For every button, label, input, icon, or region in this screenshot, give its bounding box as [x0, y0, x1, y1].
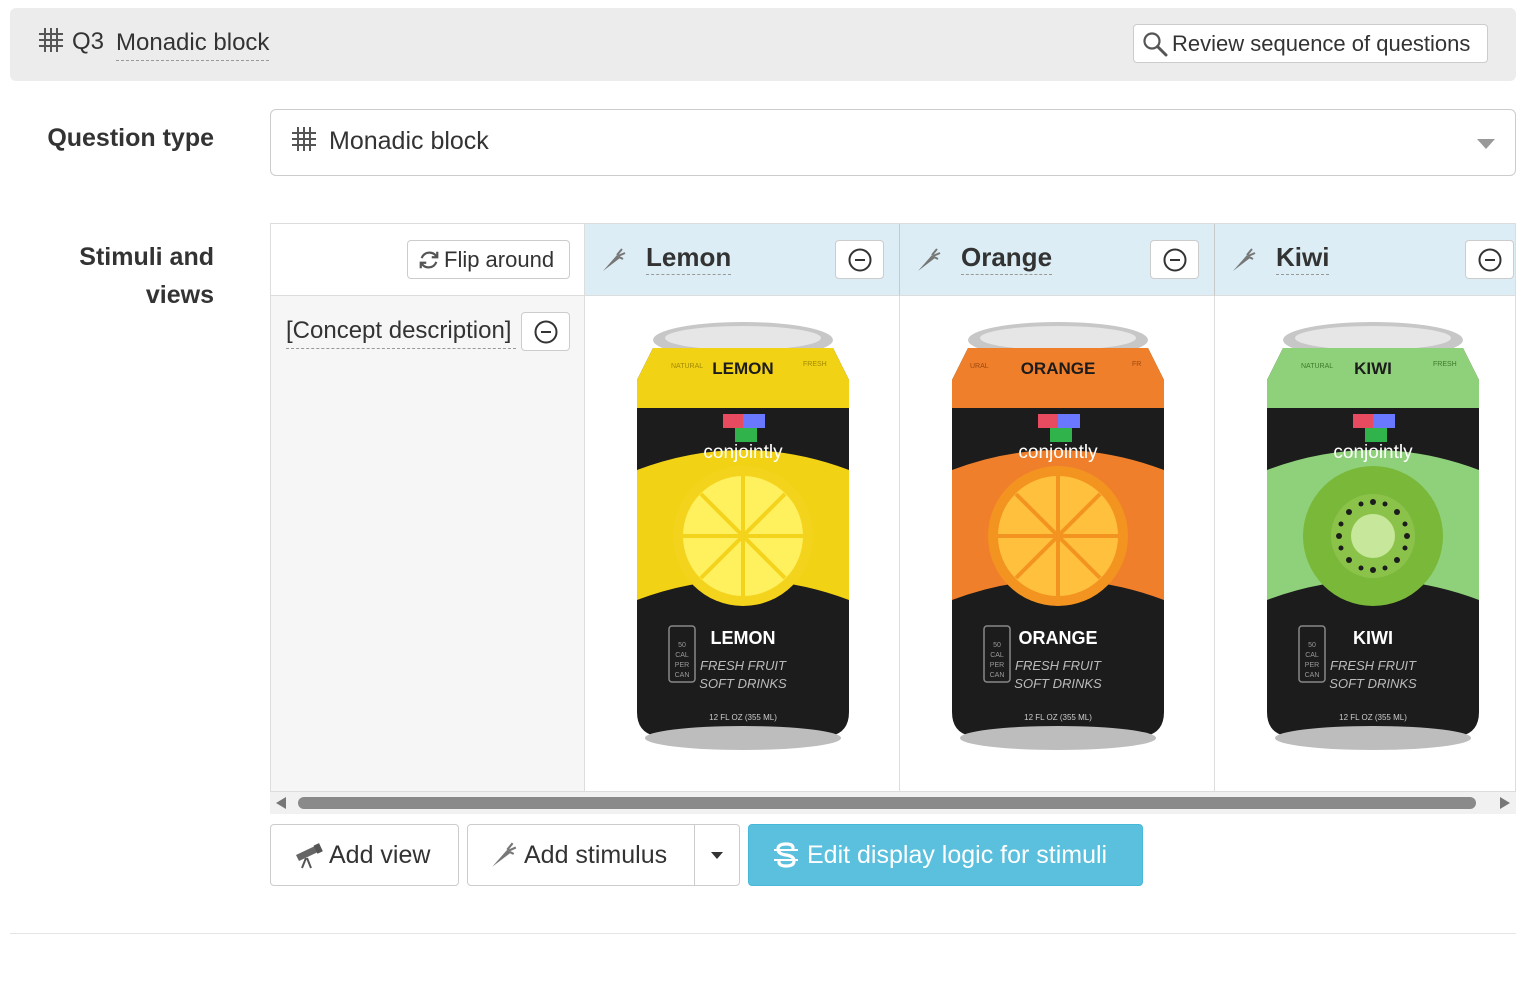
question-type-value: Monadic block — [329, 127, 489, 155]
review-sequence-button[interactable]: Review sequence of questions — [1133, 24, 1488, 63]
stimuli-label-line1: Stimuli and — [79, 243, 214, 271]
search-icon — [1143, 31, 1168, 56]
stimulus-name[interactable]: Lemon — [646, 242, 732, 275]
question-number: Q3 — [72, 28, 105, 55]
review-sequence-label: Review sequence of questions — [1172, 30, 1471, 56]
can-big-name-text: LEMON — [711, 628, 776, 648]
flip-around-button[interactable]: Flip around — [407, 240, 570, 279]
telescope-icon — [296, 843, 323, 869]
remove-stimulus-button[interactable] — [835, 240, 884, 279]
stimulus-header-kiwi: Kiwi — [1215, 224, 1515, 296]
can-cal-4: CAN — [675, 672, 690, 679]
can-side-right-text: FR — [1132, 361, 1141, 368]
display-logic-icon — [774, 842, 798, 868]
grid-icon — [292, 127, 316, 151]
question-type-label: Question type — [47, 124, 214, 152]
question-header: Q3 Monadic block Review sequence of ques… — [10, 8, 1516, 81]
question-title[interactable]: Monadic block — [116, 28, 270, 61]
can-side-right-text: FRESH — [1433, 361, 1457, 368]
add-view-button[interactable]: Add view — [270, 824, 459, 886]
can-volume-text: 12 FL OZ (355 ML) — [1024, 713, 1092, 722]
can-line2-text: SOFT DRINKS — [1329, 676, 1417, 691]
kiwi-can-image: KIWI conjointly KIWI FRESH FRUIT SOFT DR… — [1267, 322, 1479, 750]
can-line2-text: SOFT DRINKS — [699, 676, 787, 691]
can-volume-text: 12 FL OZ (355 ML) — [1339, 713, 1407, 722]
carrot-icon — [1233, 248, 1256, 271]
stimulus-cell-lemon[interactable]: LEMON conjointly LEMON FRESH FRUIT SOFT … — [585, 296, 900, 791]
can-cal-1: 50 — [993, 642, 1001, 649]
can-side-left-text: NATURAL — [671, 363, 703, 370]
scroll-left-arrow-icon[interactable] — [276, 797, 286, 809]
can-cal-3: PER — [675, 662, 689, 669]
minus-circle-icon — [1163, 248, 1186, 271]
can-cal-1: 50 — [678, 642, 686, 649]
remove-stimulus-button[interactable] — [1150, 240, 1199, 279]
can-line1-text: FRESH FRUIT — [1015, 658, 1102, 673]
stimuli-grid: Flip around [Concept description] Lemon — [270, 223, 1516, 792]
can-cal-4: CAN — [1305, 672, 1320, 679]
caret-down-icon — [711, 851, 723, 859]
carrot-icon — [603, 248, 626, 271]
stimulus-name[interactable]: Orange — [961, 242, 1053, 275]
grid-icon — [39, 28, 63, 52]
can-line1-text: FRESH FRUIT — [700, 658, 787, 673]
can-cal-1: 50 — [1308, 642, 1316, 649]
carrot-icon — [918, 248, 941, 271]
scrollbar-thumb[interactable] — [298, 797, 1476, 809]
stimulus-cell-kiwi[interactable]: KIWI conjointly KIWI FRESH FRUIT SOFT DR… — [1215, 296, 1515, 791]
flip-around-label: Flip around — [444, 246, 555, 272]
orange-can-image: ORANGE conjointly ORANGE FRESH FRUIT SOF… — [952, 322, 1164, 750]
can-top-band-text: LEMON — [712, 359, 773, 378]
can-brand-text: conjointly — [1018, 442, 1098, 463]
can-top-band-text: KIWI — [1354, 359, 1392, 378]
question-type-select[interactable]: Monadic block — [270, 109, 1516, 176]
remove-stimulus-button[interactable] — [1465, 240, 1514, 279]
add-stimulus-dropdown-toggle[interactable] — [694, 824, 740, 886]
stimulus-name[interactable]: Kiwi — [1276, 242, 1330, 275]
can-brand-text: conjointly — [1333, 442, 1413, 463]
minus-circle-icon — [1478, 248, 1501, 271]
chevron-down-icon — [1477, 139, 1495, 149]
can-big-name-text: ORANGE — [1018, 628, 1097, 648]
edit-display-logic-button[interactable]: Edit display logic for stimuli — [748, 824, 1143, 886]
stimuli-and-views-label: Stimuli and views — [14, 238, 214, 314]
can-top-band-text: ORANGE — [1021, 359, 1096, 378]
can-brand-text: conjointly — [703, 442, 783, 463]
stimulus-header-lemon: Lemon — [585, 224, 900, 296]
grid-corner: Flip around — [271, 224, 585, 296]
can-side-right-text: FRESH — [803, 361, 827, 368]
stimulus-header-orange: Orange — [900, 224, 1215, 296]
edit-display-logic-label: Edit display logic for stimuli — [807, 840, 1108, 869]
remove-view-button[interactable] — [521, 312, 570, 351]
add-stimulus-button[interactable]: Add stimulus — [467, 824, 695, 886]
lemon-can-image: LEMON conjointly LEMON FRESH FRUIT SOFT … — [637, 322, 849, 750]
can-volume-text: 12 FL OZ (355 ML) — [709, 713, 777, 722]
horizontal-scrollbar[interactable] — [270, 792, 1516, 814]
can-cal-3: PER — [990, 662, 1004, 669]
can-cal-2: CAL — [1305, 652, 1319, 659]
can-line2-text: SOFT DRINKS — [1014, 676, 1102, 691]
can-big-name-text: KIWI — [1353, 628, 1393, 648]
can-cal-3: PER — [1305, 662, 1319, 669]
stimuli-label-line2: views — [145, 281, 214, 309]
can-side-left-text: URAL — [970, 363, 989, 370]
can-side-left-text: NATURAL — [1301, 363, 1333, 370]
can-cal-2: CAL — [990, 652, 1004, 659]
minus-circle-icon — [534, 320, 557, 343]
can-cal-4: CAN — [990, 672, 1005, 679]
add-view-label: Add view — [329, 840, 431, 869]
stimulus-cell-orange[interactable]: ORANGE conjointly ORANGE FRESH FRUIT SOF… — [900, 296, 1215, 791]
view-label-text[interactable]: [Concept description] — [286, 316, 516, 349]
view-row-label: [Concept description] — [271, 296, 585, 791]
can-cal-2: CAL — [675, 652, 689, 659]
refresh-icon — [419, 251, 439, 268]
add-stimulus-label: Add stimulus — [524, 840, 668, 869]
scroll-right-arrow-icon[interactable] — [1500, 797, 1510, 809]
minus-circle-icon — [848, 248, 871, 271]
carrot-icon — [492, 842, 517, 867]
can-line1-text: FRESH FRUIT — [1330, 658, 1417, 673]
section-divider — [10, 933, 1516, 934]
